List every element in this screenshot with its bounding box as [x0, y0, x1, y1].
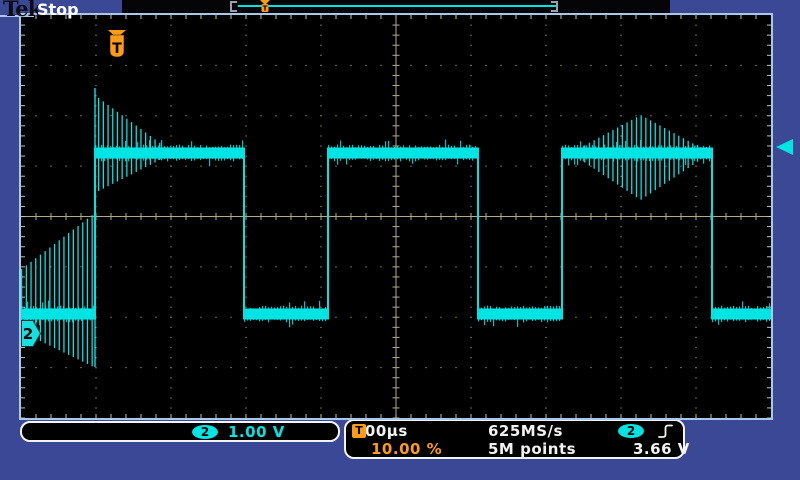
- sample-rate: 625MS/s: [488, 422, 563, 440]
- record-window-bracket-left: [230, 1, 237, 12]
- waveform-plot: [21, 15, 771, 418]
- record-length: 5M points: [488, 440, 576, 458]
- record-view-bar[interactable]: T: [122, 0, 670, 13]
- trigger-position-badge: T: [352, 424, 366, 438]
- channel2-scale: 1.00 V: [228, 423, 285, 441]
- record-waveform-line: [238, 5, 556, 7]
- svg-text:T: T: [263, 5, 268, 13]
- channel2-badge: 2: [192, 425, 218, 439]
- acquisition-status: Stop: [37, 0, 79, 19]
- channel2-ground-marker-icon[interactable]: 2: [21, 320, 42, 347]
- trigger-position-flag-icon[interactable]: T: [107, 30, 127, 60]
- tek-logo: Tek: [3, 0, 41, 21]
- trigger-position-value: 10.00 %: [371, 440, 442, 458]
- trigger-source-badge: 2: [618, 424, 644, 438]
- record-trigger-position-icon[interactable]: T: [259, 0, 271, 13]
- oscilloscope-screen: Tek Stop T T 2 2 1.00 V 800μs 6: [0, 0, 800, 480]
- svg-text:2: 2: [23, 325, 33, 343]
- graticule: T 2: [19, 13, 773, 420]
- trigger-level-value: 3.66 V: [633, 440, 690, 458]
- trigger-level-arrow-icon[interactable]: [776, 139, 793, 155]
- channel2-readout[interactable]: 2 1.00 V: [20, 421, 340, 442]
- horizontal-trigger-readout[interactable]: 800μs 625MS/s 2 T 10.00 % 5M points 3.66…: [344, 419, 685, 459]
- trigger-slope-rising-edge-icon: [658, 424, 674, 439]
- svg-text:T: T: [112, 41, 122, 57]
